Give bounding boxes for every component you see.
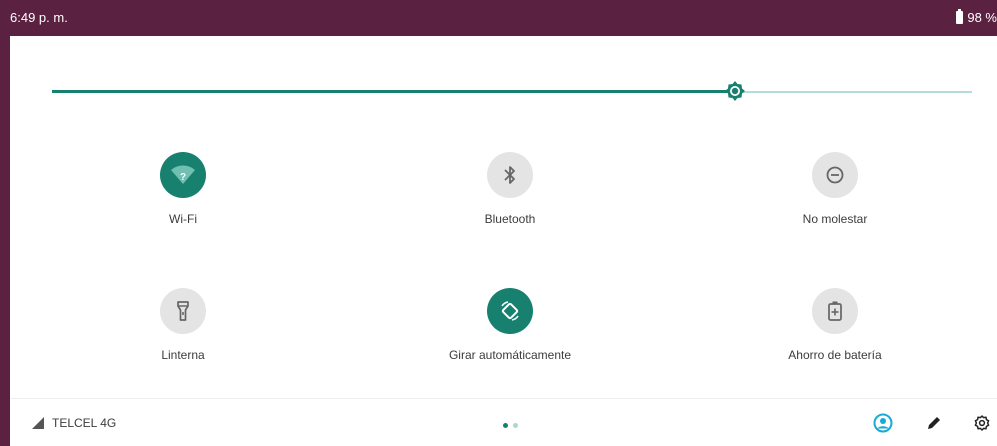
settings-icon[interactable] xyxy=(972,413,992,433)
page-dot xyxy=(503,423,508,428)
tile-label: Girar automáticamente xyxy=(448,348,572,362)
tile-label: Linterna xyxy=(161,348,205,362)
brightness-track-fill xyxy=(52,90,735,93)
battery-icon xyxy=(956,9,964,24)
tile-do-not-disturb[interactable]: No molestar xyxy=(685,152,985,226)
tile-wifi[interactable]: ? Wi-Fi xyxy=(33,152,333,226)
tile-label: No molestar xyxy=(802,212,868,226)
tile-label: Wi-Fi xyxy=(169,212,197,226)
carrier-info: TELCEL 4G xyxy=(32,416,116,430)
status-bar: 6:49 p. m. 98 % xyxy=(0,0,997,36)
svg-text:?: ? xyxy=(180,172,186,183)
brightness-icon[interactable] xyxy=(724,80,746,102)
tile-label: Bluetooth xyxy=(484,212,536,226)
user-icon[interactable] xyxy=(873,413,893,433)
battery-saver-icon[interactable] xyxy=(812,288,858,334)
flashlight-icon[interactable] xyxy=(160,288,206,334)
tile-auto-rotate[interactable]: Girar automáticamente xyxy=(360,288,660,362)
tile-battery-saver[interactable]: Ahorro de batería xyxy=(685,288,985,362)
panel-footer: TELCEL 4G xyxy=(10,399,997,446)
carrier-name: TELCEL 4G xyxy=(52,416,117,430)
battery-indicator: 98 % xyxy=(956,9,997,25)
page-indicator xyxy=(503,423,518,428)
battery-level: 98 % xyxy=(967,10,997,25)
wifi-unknown-icon[interactable]: ? xyxy=(160,152,206,198)
quick-settings-panel: ? Wi-Fi Bluetooth No molestar Linterna G… xyxy=(10,36,997,446)
clock: 6:49 p. m. xyxy=(10,10,68,25)
do-not-disturb-icon[interactable] xyxy=(812,152,858,198)
edit-icon[interactable] xyxy=(924,413,944,433)
tile-label: Ahorro de batería xyxy=(788,348,882,362)
signal-icon xyxy=(32,417,44,429)
tile-bluetooth[interactable]: Bluetooth xyxy=(360,152,660,226)
auto-rotate-icon[interactable] xyxy=(487,288,533,334)
brightness-slider[interactable] xyxy=(52,81,972,101)
bluetooth-icon[interactable] xyxy=(487,152,533,198)
page-dot xyxy=(513,423,518,428)
tile-flashlight[interactable]: Linterna xyxy=(33,288,333,362)
